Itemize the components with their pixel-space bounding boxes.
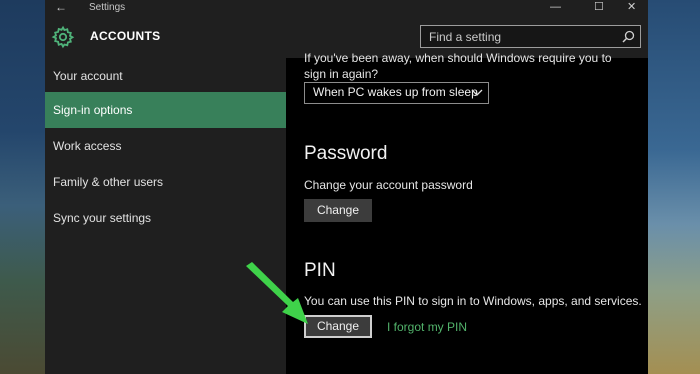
sign-in-options-content: If you've been away, when should Windows… xyxy=(286,51,648,374)
annotation-arrow-icon xyxy=(246,262,308,324)
password-heading: Password xyxy=(304,143,388,164)
desktop-wallpaper-left xyxy=(0,0,45,374)
search-input[interactable] xyxy=(421,26,627,47)
sidebar-item-label: Your account xyxy=(53,69,123,83)
sidebar-item-sync-settings[interactable]: Sync your settings xyxy=(45,200,286,236)
title-bar: ← Settings — ☐ ✕ xyxy=(45,0,648,15)
forgot-pin-link[interactable]: I forgot my PIN xyxy=(387,320,467,334)
sidebar-item-your-account[interactable]: Your account xyxy=(45,58,286,94)
maximize-button[interactable]: ☐ xyxy=(594,0,604,15)
close-button[interactable]: ✕ xyxy=(627,0,636,15)
require-signin-question: If you've been away, when should Windows… xyxy=(304,51,612,81)
search-icon[interactable] xyxy=(622,30,635,43)
desktop-wallpaper-right xyxy=(648,0,700,374)
dropdown-value: When PC wakes up from sleep xyxy=(313,85,478,99)
require-signin-dropdown[interactable]: When PC wakes up from sleep xyxy=(304,82,489,104)
change-pin-button[interactable]: Change xyxy=(304,315,372,338)
gear-icon xyxy=(51,25,75,49)
chevron-down-icon xyxy=(471,89,483,96)
back-arrow-icon[interactable]: ← xyxy=(55,0,67,15)
sidebar-item-family-other-users[interactable]: Family & other users xyxy=(45,164,286,200)
settings-window: ← Settings — ☐ ✕ ACCOUNTS Your account S… xyxy=(45,0,648,374)
sidebar-item-label: Work access xyxy=(53,139,122,153)
sidebar-item-work-access[interactable]: Work access xyxy=(45,128,286,164)
change-password-button[interactable]: Change xyxy=(304,199,372,222)
sidebar-item-sign-in-options[interactable]: Sign-in options xyxy=(45,92,286,128)
pin-description: You can use this PIN to sign in to Windo… xyxy=(304,294,642,308)
sidebar-item-label: Sync your settings xyxy=(53,211,152,225)
minimize-button[interactable]: — xyxy=(550,0,561,15)
sidebar-item-label: Family & other users xyxy=(53,175,164,189)
sidebar-item-label: Sign-in options xyxy=(53,103,133,117)
search-box xyxy=(420,25,641,48)
password-description: Change your account password xyxy=(304,178,473,192)
page-title: ACCOUNTS xyxy=(90,29,161,43)
window-title: Settings xyxy=(89,2,126,13)
